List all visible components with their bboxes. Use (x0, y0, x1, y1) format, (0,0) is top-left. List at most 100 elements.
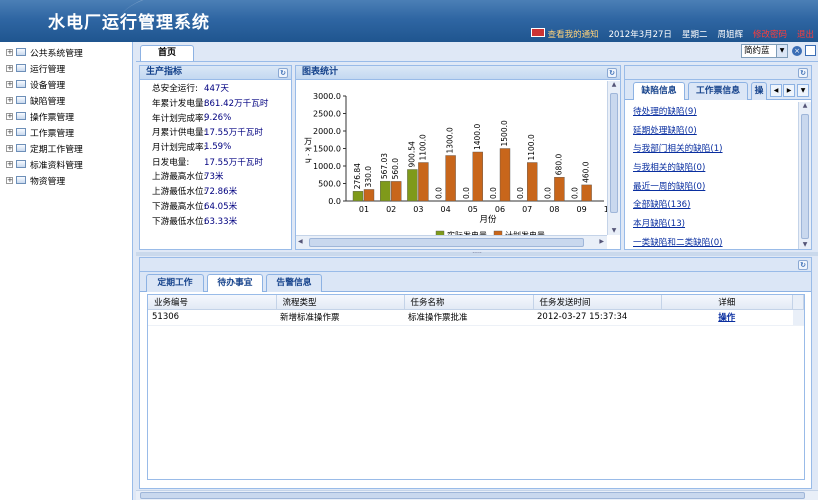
tab-menu-icon[interactable]: ▼ (797, 84, 809, 97)
sidebar-item-operations[interactable]: + 运行管理 (0, 60, 132, 76)
sidebar-item-operation-tickets[interactable]: + 操作票管理 (0, 108, 132, 124)
bar-planned (554, 176, 565, 202)
sidebar-tree: + 公共系统管理 + 运行管理 + 设备管理 + 缺陷管理 + 操作票管理 + 工作票管理 … (0, 42, 133, 500)
scroll-thumb[interactable] (801, 114, 809, 239)
scroll-thumb[interactable] (140, 492, 805, 499)
defect-link-this-month[interactable]: 本月缺陷(13) (625, 215, 797, 234)
data-label: 0.0 (571, 187, 580, 199)
defect-link-my-dept[interactable]: 与我部门相关的缺陷(1) (625, 140, 797, 159)
defects-vertical-scrollbar[interactable]: ▲ ▼ (798, 102, 811, 249)
table-row[interactable]: 51306 新增标准操作票 标准操作票批准 2012-03-27 15:37:3… (148, 309, 804, 326)
sidebar-item-standard-docs[interactable]: + 标准资料管理 (0, 156, 132, 172)
data-label: 330.0 (364, 166, 373, 188)
change-password-link[interactable]: 修改密码 (753, 28, 787, 40)
tab-home[interactable]: 首页 (140, 45, 194, 61)
sidebar-item-public-system[interactable]: + 公共系统管理 (0, 44, 132, 60)
theme-select[interactable]: 简约蓝 ▼ (741, 44, 788, 58)
folder-icon (16, 112, 26, 120)
expand-icon[interactable]: + (6, 48, 13, 56)
defect-link-pending[interactable]: 待处理的缺陷(9) (625, 103, 797, 122)
scroll-down-icon[interactable]: ▼ (608, 227, 620, 234)
sidebar-item-work-tickets[interactable]: + 工作票管理 (0, 124, 132, 140)
indicator-row: 月累计供电量: 17.55万千瓦时 (152, 128, 263, 139)
y-tick-label: 1000.0 (313, 162, 341, 171)
bar-chart: 0.0 500.0 1000.0 1500.0 2000.0 2500.0 3000.0 万k… (298, 82, 610, 237)
chart-vertical-scrollbar[interactable]: ▲ ▼ (607, 81, 620, 235)
expand-icon[interactable]: + (6, 176, 13, 184)
expand-icon[interactable]: + (6, 64, 13, 72)
chart-panel: 图表统计 ↻ 0.0 500.0 1000.0 1500.0 2000.0 2500.0 30… (295, 65, 621, 250)
cell-process-type: 新增标准操作票 (276, 309, 404, 326)
table-header-row: 业务编号 流程类型 任务名称 任务发送时间 详细 (148, 295, 804, 310)
cell-business-id: 51306 (148, 309, 276, 326)
bar-planned (418, 162, 429, 202)
x-tick-label: 04 (441, 205, 451, 214)
logout-link[interactable]: 退出 (797, 28, 814, 40)
data-label: 567.03 (380, 153, 389, 179)
col-detail[interactable]: 详细 (661, 295, 793, 310)
scroll-up-icon[interactable]: ▲ (799, 102, 811, 112)
tab-defect-info[interactable]: 缺陷信息 (633, 82, 685, 100)
refresh-icon[interactable]: ↻ (278, 68, 288, 78)
col-process-type[interactable]: 流程类型 (276, 295, 405, 310)
indicator-row: 日发电量: 17.55万千瓦时 (152, 157, 263, 168)
col-task-name[interactable]: 任务名称 (404, 295, 534, 310)
scroll-up-icon[interactable]: ▲ (608, 81, 620, 91)
task-panel-header: ↻ (140, 258, 811, 272)
sidebar-item-periodic-work[interactable]: + 定期工作管理 (0, 140, 132, 156)
defects-panel-header: ↻ (625, 66, 811, 80)
refresh-icon[interactable]: ↻ (798, 260, 808, 270)
defect-link-delayed[interactable]: 延期处理缺陷(0) (625, 122, 797, 141)
defects-tab-strip: 缺陷信息 工作票信息 操作 ◀ ▶ ▼ (625, 80, 811, 100)
restore-icon[interactable] (805, 45, 816, 56)
x-tick-label: 02 (386, 205, 396, 214)
chevron-down-icon: ▼ (776, 45, 787, 57)
scroll-right-icon[interactable]: ▶ (599, 238, 604, 245)
defect-link-list: 待处理的缺陷(9) 延期处理缺陷(0) 与我部门相关的缺陷(1) 与我相关的缺陷… (625, 103, 797, 249)
x-tick-label: 09 (577, 205, 587, 214)
chart-horizontal-scrollbar[interactable]: ◀ ▶ (296, 235, 607, 249)
col-send-time[interactable]: 任务发送时间 (533, 295, 662, 310)
y-tick-label: 3000.0 (313, 92, 341, 101)
tab-scroll-left-icon[interactable]: ◀ (770, 84, 782, 97)
defect-link-last-week[interactable]: 最近一周的缺陷(0) (625, 178, 797, 197)
production-list: 总安全运行: 447天 年累计发电量: 861.42万千瓦时 年计划完成率: 9.26… (140, 80, 291, 228)
defect-link-all[interactable]: 全部缺陷(136) (625, 196, 797, 215)
scroll-down-icon[interactable]: ▼ (799, 241, 811, 248)
close-icon[interactable]: × (792, 46, 802, 56)
tab-todo[interactable]: 待办事宜 (207, 274, 263, 292)
folder-icon (16, 80, 26, 88)
indicator-row: 年计划完成率: 9.26% (152, 112, 232, 124)
scroll-left-icon[interactable]: ◀ (298, 238, 303, 245)
defect-link-class-1-2[interactable]: 一类缺陷和二类缺陷(0) (625, 234, 797, 249)
tab-periodic-work[interactable]: 定期工作 (146, 274, 204, 292)
x-axis-label: 月份 (479, 214, 497, 225)
tab-alarms[interactable]: 告警信息 (266, 274, 322, 292)
tab-work-ticket-info[interactable]: 工作票信息 (688, 82, 748, 100)
x-tick-label: 05 (468, 205, 478, 214)
panel-splitter[interactable]: ····· (136, 251, 818, 257)
expand-icon[interactable]: + (6, 144, 13, 152)
expand-icon[interactable]: + (6, 112, 13, 120)
scroll-thumb[interactable] (309, 238, 584, 247)
expand-icon[interactable]: + (6, 128, 13, 136)
defect-link-mine[interactable]: 与我相关的缺陷(0) (625, 159, 797, 178)
refresh-icon[interactable]: ↻ (798, 68, 808, 78)
page-horizontal-scrollbar[interactable] (136, 490, 818, 500)
expand-icon[interactable]: + (6, 96, 13, 104)
tab-scroll-right-icon[interactable]: ▶ (783, 84, 795, 97)
defects-panel: ↻ 缺陷信息 工作票信息 操作 ◀ ▶ ▼ 待处理的缺陷(9) 延期处理缺陷(0… (624, 65, 812, 250)
data-label: 560.0 (391, 158, 400, 180)
col-business-id[interactable]: 业务编号 (148, 295, 277, 310)
expand-icon[interactable]: + (6, 80, 13, 88)
expand-icon[interactable]: + (6, 160, 13, 168)
tab-operation[interactable]: 操作 (751, 82, 767, 100)
notice-link[interactable]: 查看我的通知 (530, 28, 599, 40)
scroll-thumb[interactable] (610, 93, 618, 213)
sidebar-item-equipment[interactable]: + 设备管理 (0, 76, 132, 92)
sidebar-item-materials[interactable]: + 物资管理 (0, 172, 132, 188)
bar-actual (352, 191, 364, 202)
operate-link[interactable]: 操作 (718, 313, 735, 323)
refresh-icon[interactable]: ↻ (607, 68, 617, 78)
sidebar-item-defects[interactable]: + 缺陷管理 (0, 92, 132, 108)
